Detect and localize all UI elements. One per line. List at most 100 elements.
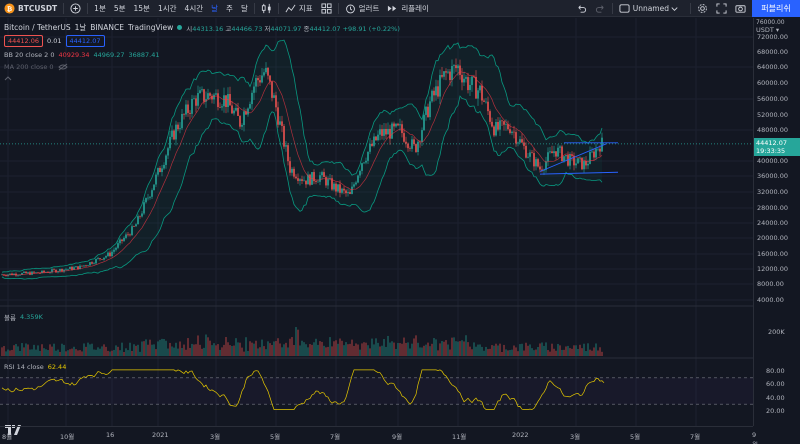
volume-bar bbox=[245, 337, 247, 356]
candle-body bbox=[557, 147, 559, 157]
candle-body bbox=[231, 105, 233, 114]
volume-bar bbox=[1, 347, 3, 356]
candle-body bbox=[147, 197, 149, 199]
last-price-tag: 44412.07 19:33:35 bbox=[754, 137, 800, 156]
volume-bar bbox=[539, 343, 541, 356]
indicators-label: 지표 bbox=[298, 3, 313, 13]
interval-5m[interactable]: 5분 bbox=[110, 0, 130, 17]
alert-button[interactable]: 얼러트 bbox=[341, 0, 384, 17]
volume-bar bbox=[569, 348, 571, 356]
volume-bar bbox=[19, 350, 21, 356]
candle-body bbox=[365, 160, 367, 163]
volume-bar bbox=[169, 342, 171, 356]
alert-label: 얼러트 bbox=[358, 3, 380, 13]
candle-body bbox=[195, 98, 197, 106]
candle-body bbox=[215, 93, 217, 95]
settings-button[interactable] bbox=[693, 0, 712, 17]
volume-bar bbox=[595, 343, 597, 356]
candle-body bbox=[519, 139, 521, 143]
candle-body bbox=[301, 179, 303, 181]
volume-bar bbox=[341, 340, 343, 356]
candle-body bbox=[113, 249, 115, 252]
legend-bollinger[interactable]: BB 20 close 2 0 40929.34 44969.27 36887.… bbox=[4, 51, 160, 59]
volume-bar bbox=[145, 339, 147, 356]
symbol-search[interactable]: ₿ BTCUSDT bbox=[0, 0, 61, 17]
volume-bar bbox=[559, 345, 561, 356]
legend-collapse[interactable] bbox=[4, 75, 12, 81]
candle-body bbox=[401, 124, 403, 134]
camera-icon bbox=[735, 4, 746, 13]
interval-1h[interactable]: 1시간 bbox=[154, 0, 181, 17]
price-axis[interactable]: 76000.00 USDT ▾ 72000.00 68000.00 64000.00… bbox=[753, 18, 800, 426]
volume-bar bbox=[599, 347, 601, 356]
templates-button[interactable] bbox=[317, 0, 336, 17]
fullscreen-button[interactable] bbox=[712, 0, 731, 17]
hidden-eye-icon[interactable] bbox=[57, 63, 68, 71]
volume-bar bbox=[351, 339, 353, 356]
candle-body bbox=[351, 186, 353, 194]
legend-ma[interactable]: MA 200 close 0 bbox=[4, 63, 68, 71]
volume-bar bbox=[13, 345, 15, 356]
volume-bar bbox=[405, 342, 407, 356]
volume-bar bbox=[285, 342, 287, 356]
volume-bar bbox=[83, 343, 85, 356]
time-axis[interactable]: 8월 10월 16 2021 3월 5월 7월 9월 11월 2022 3월 5월 7월 9월 bbox=[0, 426, 758, 444]
candle-body bbox=[481, 85, 483, 101]
volume-bar bbox=[185, 349, 187, 356]
candle-body bbox=[163, 164, 165, 169]
volume-bar bbox=[75, 349, 77, 356]
interval-4h[interactable]: 4시간 bbox=[181, 0, 208, 17]
volume-bar bbox=[55, 350, 57, 356]
candle-body bbox=[517, 142, 519, 144]
buy-button[interactable]: 44412.07 bbox=[65, 35, 105, 47]
compare-button[interactable] bbox=[66, 0, 85, 17]
candle-body bbox=[101, 259, 103, 260]
volume-bar bbox=[525, 342, 527, 356]
price-tick: 40000.00 bbox=[757, 157, 789, 165]
volume-bar bbox=[181, 347, 183, 356]
volume-bar bbox=[441, 341, 443, 356]
chart-canvas[interactable] bbox=[0, 18, 759, 426]
candle-body bbox=[577, 158, 579, 164]
candle-body bbox=[309, 174, 311, 185]
publish-button[interactable]: 퍼블리쉬 bbox=[752, 0, 800, 17]
candle-body bbox=[289, 161, 291, 173]
rsi-pane bbox=[0, 369, 753, 410]
volume-bar bbox=[359, 349, 361, 356]
volume-bar bbox=[553, 348, 555, 356]
indicators-button[interactable]: 지표 bbox=[281, 0, 317, 17]
interval-1w[interactable]: 주 bbox=[222, 0, 237, 17]
redo-button[interactable] bbox=[591, 0, 610, 17]
volume-bar bbox=[275, 341, 277, 356]
layout-menu[interactable]: Unnamed bbox=[615, 0, 684, 17]
candle-body bbox=[435, 86, 437, 96]
candle-body bbox=[75, 266, 77, 268]
volume-bar bbox=[489, 348, 491, 356]
chart-type-button[interactable] bbox=[257, 0, 276, 17]
volume-bar bbox=[229, 345, 231, 356]
candle-body bbox=[107, 252, 109, 257]
volume-bar bbox=[167, 348, 169, 356]
candle-body bbox=[131, 226, 133, 236]
interval-1m[interactable]: 1분 bbox=[90, 0, 110, 17]
interval-1mo[interactable]: 달 bbox=[237, 0, 252, 17]
candle-body bbox=[327, 179, 329, 186]
volume-bar bbox=[349, 343, 351, 356]
time-tick: 2021 bbox=[152, 431, 169, 439]
sell-button[interactable]: 44412.06 bbox=[4, 35, 44, 47]
volume-bar bbox=[389, 342, 391, 356]
replay-button[interactable]: 리플레이 bbox=[383, 0, 433, 17]
volume-bar bbox=[251, 342, 253, 356]
interval-1d[interactable]: 날 bbox=[207, 0, 222, 17]
snapshot-button[interactable] bbox=[731, 0, 750, 17]
volume-bar bbox=[213, 343, 215, 356]
interval-15m[interactable]: 15분 bbox=[130, 0, 154, 17]
gear-icon bbox=[698, 3, 707, 13]
volume-bar bbox=[597, 350, 599, 356]
volume-bar bbox=[535, 349, 537, 356]
volume-bar bbox=[267, 341, 269, 356]
time-tick: 9월 bbox=[392, 433, 403, 441]
volume-bar bbox=[291, 337, 293, 356]
chart-pane[interactable]: Bitcoin / TetherUS 1날 BINANCE TradingVie… bbox=[0, 18, 759, 435]
undo-button[interactable] bbox=[572, 0, 591, 17]
